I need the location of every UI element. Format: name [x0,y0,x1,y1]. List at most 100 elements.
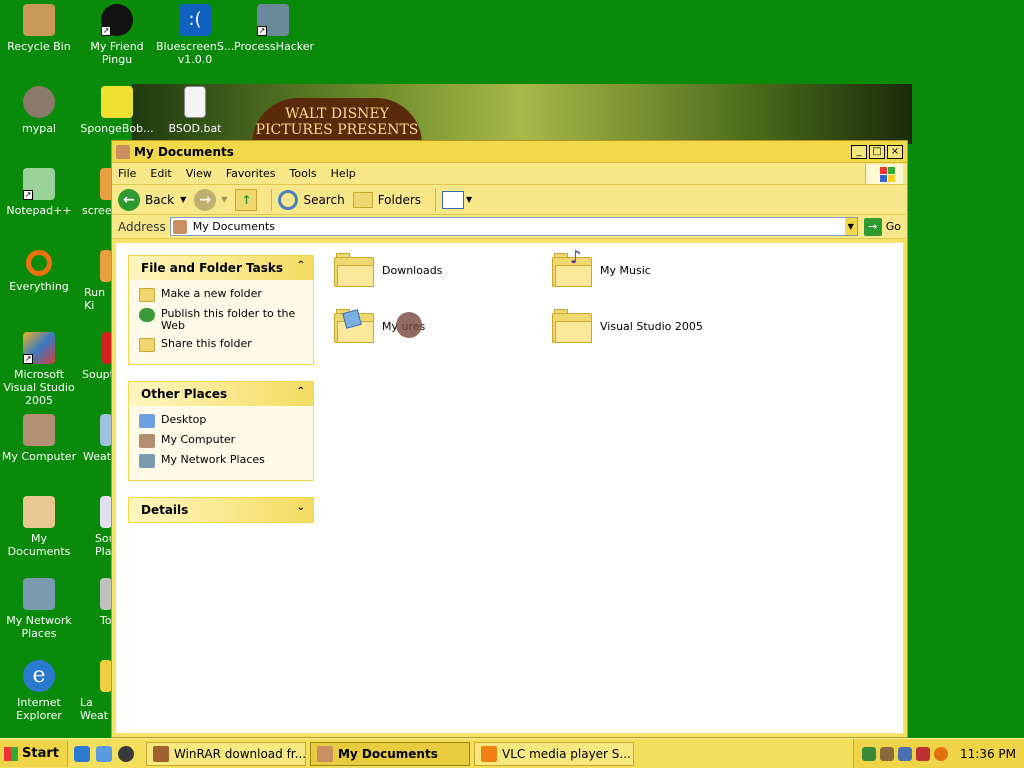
ie-icon[interactable] [73,745,90,762]
share-folder-link[interactable]: Share this folder [139,338,303,352]
views-button[interactable]: ▼ [442,190,472,209]
folders-button[interactable]: Folders [352,191,421,208]
details-header[interactable]: Details ⌄ [129,498,313,522]
desktop-icon-bsod-bat[interactable]: BSOD.bat [156,86,234,135]
quick-launch [68,745,146,762]
menu-tools[interactable]: Tools [290,167,317,180]
pictures-folder-icon [334,309,374,343]
desktop-icon-processhacker[interactable]: ↗ ProcessHacker [234,4,314,53]
taskbar: Start WinRAR download fr... My Documents… [0,738,1024,768]
desktop-icon-network-places[interactable]: My Network Places [0,578,78,640]
clock[interactable]: 11:36 PM [960,747,1016,761]
desktop-icon-mypal[interactable]: mypal [0,86,78,135]
folder-visual-studio-2005[interactable]: Visual Studio 2005 [552,309,703,343]
menu-favorites[interactable]: Favorites [226,167,276,180]
address-input[interactable]: My Documents ▼ [169,217,858,236]
desktop-icon-weather2[interactable]: La Weat [80,660,112,722]
up-button[interactable]: ↑ [235,188,258,211]
toolbar: ← Back ▼ → ▼ ↑ Search Folders ▼ [112,185,907,215]
security-icon[interactable] [916,746,930,761]
desktop-icon-internet-explorer[interactable]: e Internet Explorer [0,660,78,722]
desktop-icon-soup[interactable]: Soupt [80,332,114,381]
window-title: My Documents [134,144,234,159]
file-folder-tasks-header[interactable]: File and Folder Tasks ⌃ [129,256,313,280]
network-places-icon [23,578,55,610]
desktop-icon-spongebob[interactable]: SpongeBob... [78,86,156,135]
make-new-folder-link[interactable]: Make a new folder [139,288,303,302]
title-bar[interactable]: My Documents _ □ × [112,141,907,163]
expand-icon[interactable]: ⌄ [297,502,305,513]
address-dropdown-button[interactable]: ▼ [844,218,857,235]
other-places-header[interactable]: Other Places ⌃ [129,382,313,406]
go-button[interactable]: → Go [863,217,901,236]
desktop-icon-tool[interactable]: To [92,578,112,627]
close-button[interactable]: × [887,144,903,159]
my-documents-icon [316,745,333,762]
menu-help[interactable]: Help [331,167,356,180]
task-my-documents[interactable]: My Documents [309,741,470,766]
menu-view[interactable]: View [186,167,212,180]
globe-icon [139,308,155,322]
media-player-icon[interactable] [117,745,134,762]
pingu-icon: ↗ [101,4,133,36]
content-area: File and Folder Tasks ⌃ Make a new folde… [116,243,903,733]
desktop-icon-sound[interactable]: Sou Pla [88,496,116,558]
share-folder-icon [139,338,155,352]
tray-app-icon[interactable] [862,746,876,761]
desktop-link[interactable]: Desktop [139,414,303,428]
mouse-cursor-highlight [396,312,422,338]
toolbar-separator [435,188,437,211]
explorer-window[interactable]: My Documents _ □ × File Edit View Favori… [111,140,908,738]
back-button[interactable]: ← Back ▼ [118,188,186,211]
search-button[interactable]: Search [278,189,345,210]
desktop-icon-my-documents[interactable]: My Documents [0,496,78,558]
my-computer-icon [23,414,55,446]
mypal-icon [23,86,55,118]
desktop-icon-notepadpp[interactable]: ↗ Notepad++ [0,168,78,217]
desktop-icon-weather[interactable]: Weat [80,414,112,463]
back-arrow-icon: ← [118,188,140,211]
folder-my-music[interactable]: ♪ My Music [552,247,651,287]
my-computer-link[interactable]: My Computer [139,434,303,448]
search-tray-icon[interactable] [934,746,948,761]
desktop-icon-my-computer[interactable]: My Computer [0,414,78,463]
desktop-icon-recycle-bin[interactable]: Recycle Bin [0,4,78,53]
wallpaper: WALT DISNEY PICTURES PRESENTS [132,84,912,144]
my-documents-icon [116,144,130,159]
collapse-icon[interactable]: ⌃ [297,386,305,397]
tray-app-icon[interactable] [880,746,894,761]
publish-web-link[interactable]: Publish this folder to the Web [139,308,303,332]
network-places-icon [139,454,155,468]
desktop-icon [139,414,155,428]
spongebob-icon [101,86,133,118]
music-folder-icon: ♪ [552,247,592,287]
desktop-icon-run[interactable]: Run Ki [76,250,112,312]
new-folder-icon [139,288,155,302]
recycle-bin-icon [23,4,55,36]
start-button[interactable]: Start [0,740,68,767]
desktop-icon-screenshot[interactable]: scree [72,168,132,217]
folder-downloads[interactable]: Downloads [334,253,442,287]
folder-icon [334,253,374,287]
task-vlc[interactable]: VLC media player S... [473,741,634,766]
processhacker-icon: ↗ [257,4,289,36]
desktop-icon-visual-studio[interactable]: ↗ Microsoft Visual Studio 2005 [0,332,78,407]
menu-edit[interactable]: Edit [150,167,171,180]
windows-logo-icon [865,164,903,184]
folders-icon [352,191,373,208]
desktop-icon-bluescreen[interactable]: :( BluescreenS... v1.0.0 [156,4,234,66]
desktop-icon-everything[interactable]: Everything [0,250,78,293]
network-icon[interactable] [898,746,912,761]
folder-up-icon: ↑ [235,188,258,211]
minimize-button[interactable]: _ [851,144,867,159]
my-network-places-link[interactable]: My Network Places [139,454,303,468]
desktop-icon-pingu[interactable]: ↗ My Friend Pingu [78,4,156,66]
collapse-icon[interactable]: ⌃ [297,260,305,271]
address-bar: Address My Documents ▼ → Go [112,215,907,239]
forward-button[interactable]: → ▼ [194,188,227,211]
details-panel: Details ⌄ [128,497,314,523]
task-winrar[interactable]: WinRAR download fr... [145,741,306,766]
menu-file[interactable]: File [118,167,136,180]
maximize-button[interactable]: □ [869,144,885,159]
show-desktop-icon[interactable] [95,745,112,762]
